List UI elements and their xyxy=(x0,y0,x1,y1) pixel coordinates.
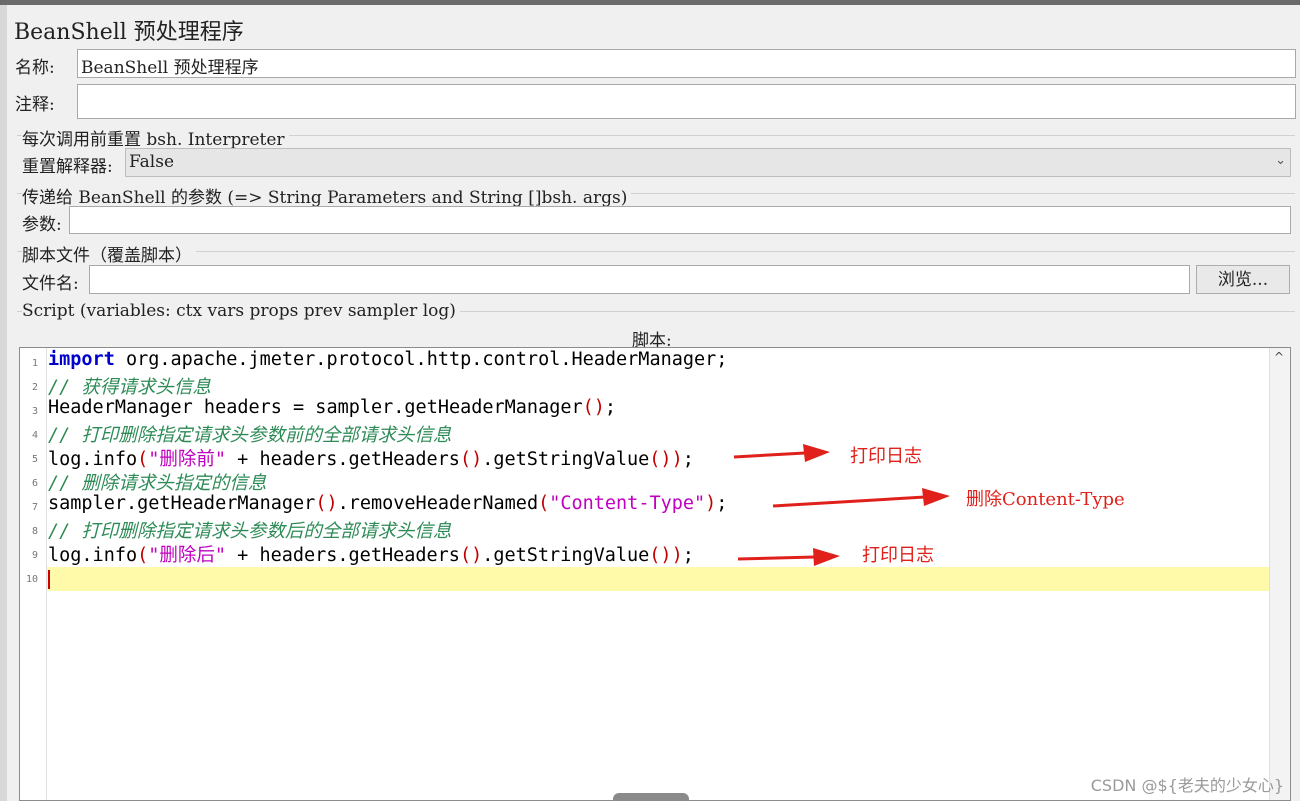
annotation-delete-content-type: 删除Content-Type xyxy=(966,489,1125,510)
annotation-print-log-2: 打印日志 xyxy=(862,545,934,566)
annotation-arrows xyxy=(733,444,950,566)
horizontal-scroll-thumb[interactable] xyxy=(613,793,689,801)
arrow-2-head xyxy=(922,488,950,506)
arrow-1-head xyxy=(803,444,830,462)
arrow-1 xyxy=(733,451,806,459)
arrow-3-head xyxy=(813,548,840,566)
annotation-print-log-1: 打印日志 xyxy=(850,446,922,467)
arrow-3 xyxy=(737,555,816,561)
arrow-2 xyxy=(772,495,926,508)
watermark: CSDN @${老夫的少女心} xyxy=(1090,776,1284,795)
